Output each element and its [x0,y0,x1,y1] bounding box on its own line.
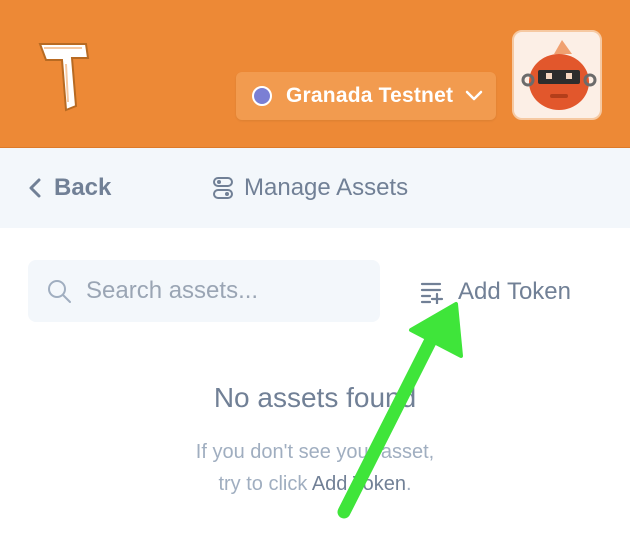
add-token-button[interactable]: Add Token [420,272,571,312]
search-box[interactable] [28,260,380,322]
network-label: Granada Testnet [286,84,454,107]
empty-state-line1: If you don't see your asset, [195,441,435,463]
empty-state-line2-prefix: try to click [218,473,312,495]
chevron-down-icon [465,90,483,101]
empty-state-line2-suffix: . [405,473,412,495]
network-status-dot [252,86,272,106]
chevron-left-icon [29,178,41,198]
back-button[interactable]: Back [28,170,111,206]
temple-logo-icon[interactable] [36,40,92,112]
empty-state-line2: try to click Add Token. [0,468,630,500]
toggles-icon [213,177,233,199]
account-avatar[interactable] [512,30,602,120]
empty-state-description: If you don't see your asset, try to clic… [0,436,630,500]
network-selector[interactable]: Granada Testnet [236,72,496,120]
empty-state-title: No assets found [213,382,417,413]
subnav-bar: Back Manage Assets [0,148,630,228]
add-token-link[interactable]: Add Token [312,473,406,495]
search-icon [48,280,71,303]
add-token-label: Add Token [458,278,571,305]
back-label: Back [54,174,112,201]
page-title-group: Manage Assets [212,170,408,206]
header: Granada Testnet [0,0,630,148]
robot-avatar-icon [521,40,597,110]
list-add-icon [420,282,444,304]
page-title: Manage Assets [244,174,409,201]
search-input[interactable] [86,277,366,305]
